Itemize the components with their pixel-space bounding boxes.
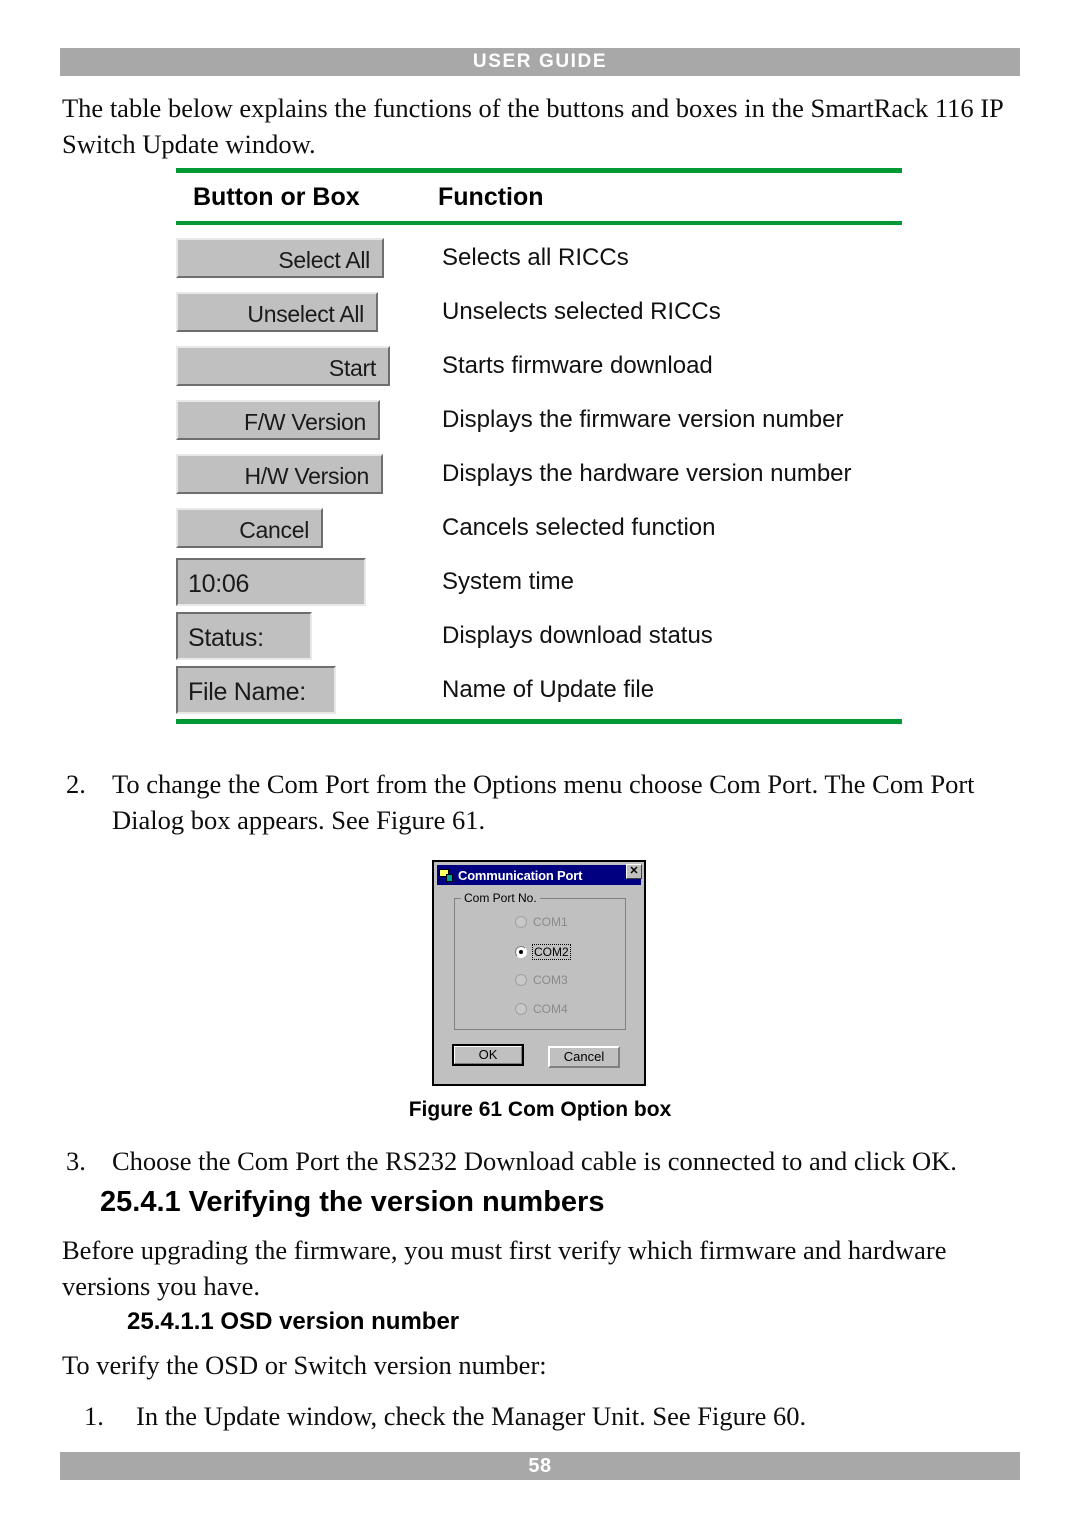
radio-option-com3[interactable]: COM3 xyxy=(515,973,568,987)
communication-port-dialog: Communication Port ✕ Com Port No. COM1 C… xyxy=(432,860,646,1086)
table-row: 10:06 System time xyxy=(176,555,902,609)
step-1: 1. In the Update window, check the Manag… xyxy=(84,1398,1024,1434)
function-description: Unselects selected RICCs xyxy=(442,298,721,325)
table-row: H/W Version Displays the hardware versio… xyxy=(176,447,902,501)
widget-cell: Start xyxy=(176,346,438,386)
step-1-number: 1. xyxy=(84,1401,104,1431)
function-description: Name of Update file xyxy=(442,676,655,703)
radio-label-com2: COM2 xyxy=(532,944,571,960)
section-heading-25-4-1: 25.4.1 Verifying the version numbers xyxy=(100,1186,605,1218)
figure-caption: Figure 61 Com Option box xyxy=(408,1098,672,1121)
table-body: Select All Selects all RICCs Unselect Al… xyxy=(176,225,902,719)
widget-cell: File Name: xyxy=(176,666,438,714)
cancel-button[interactable]: Cancel xyxy=(176,508,323,548)
table-row: Status: Displays download status xyxy=(176,609,902,663)
com-port-group-label: Com Port No. xyxy=(461,891,540,905)
widget-cell: H/W Version xyxy=(176,454,438,494)
radio-option-com2[interactable]: COM2 xyxy=(515,944,571,960)
widget-cell: Cancel xyxy=(176,508,438,548)
radio-label-com1: COM1 xyxy=(533,915,568,929)
system-time-field: 10:06 xyxy=(176,558,366,606)
widget-cell: 10:06 xyxy=(176,558,438,606)
function-description: Displays the hardware version number xyxy=(442,460,852,487)
radio-button-icon[interactable] xyxy=(515,946,527,958)
function-description: Displays the firmware version number xyxy=(442,406,844,433)
function-description: Displays download status xyxy=(442,622,713,649)
step-2-text: To change the Com Port from the Options … xyxy=(112,769,975,835)
select-all-button[interactable]: Select All xyxy=(176,238,384,278)
step-3-text: Choose the Com Port the RS232 Download c… xyxy=(112,1146,957,1176)
table-row: Unselect All Unselects selected RICCs xyxy=(176,285,902,339)
section-heading-25-4-1-1: 25.4.1.1 OSD version number xyxy=(127,1308,460,1335)
status-field: Status: xyxy=(176,612,312,660)
dialog-title-bar: Communication Port xyxy=(437,865,641,885)
function-description: Starts firmware download xyxy=(442,352,713,379)
hw-version-button[interactable]: H/W Version xyxy=(176,454,383,494)
radio-button-icon[interactable] xyxy=(515,974,527,986)
table-row: Select All Selects all RICCs xyxy=(176,231,902,285)
button-function-table: Button or Box Function Select All Select… xyxy=(176,168,902,724)
to-verify-paragraph: To verify the OSD or Switch version numb… xyxy=(62,1350,547,1380)
widget-cell: Unselect All xyxy=(176,292,438,332)
close-icon[interactable]: ✕ xyxy=(626,864,642,879)
com-port-group-box: Com Port No. COM1 COM2 COM3 COM4 xyxy=(454,891,626,1030)
step-1-text: In the Update window, check the Manager … xyxy=(136,1401,807,1431)
table-row: Cancel Cancels selected function xyxy=(176,501,902,555)
dialog-cancel-button[interactable]: Cancel xyxy=(548,1046,620,1068)
table-header-row: Button or Box Function xyxy=(176,173,902,221)
start-button[interactable]: Start xyxy=(176,346,390,386)
step-3-number: 3. xyxy=(66,1146,86,1176)
dialog-ok-button-label: OK xyxy=(454,1046,522,1064)
step-2: 2. To change the Com Port from the Optio… xyxy=(66,766,1016,838)
page-header-bar: USER GUIDE xyxy=(60,48,1020,76)
function-description: Cancels selected function xyxy=(442,514,716,541)
column-header-function: Function xyxy=(438,182,544,211)
unselect-all-button[interactable]: Unselect All xyxy=(176,292,378,332)
radio-button-icon[interactable] xyxy=(515,916,527,928)
communication-port-icon xyxy=(439,868,454,883)
radio-label-com3: COM3 xyxy=(533,973,568,987)
column-header-button-or-box: Button or Box xyxy=(193,182,360,211)
table-bottom-rule xyxy=(176,719,902,724)
dialog-title-text: Communication Port xyxy=(458,867,583,883)
radio-button-icon[interactable] xyxy=(515,1003,527,1015)
function-description: Selects all RICCs xyxy=(442,244,629,271)
radio-option-com4[interactable]: COM4 xyxy=(515,1002,568,1016)
widget-cell: Select All xyxy=(176,238,438,278)
radio-label-com4: COM4 xyxy=(533,1002,568,1016)
before-upgrading-paragraph: Before upgrading the firmware, you must … xyxy=(62,1235,947,1301)
table-row: Start Starts firmware download xyxy=(176,339,902,393)
step-3: 3. Choose the Com Port the RS232 Downloa… xyxy=(66,1143,1026,1179)
page-footer-bar: 58 xyxy=(60,1452,1020,1480)
fw-version-button[interactable]: F/W Version xyxy=(176,400,380,440)
intro-paragraph: The table below explains the functions o… xyxy=(62,93,1003,159)
step-2-number: 2. xyxy=(66,769,86,799)
table-row: File Name: Name of Update file xyxy=(176,663,902,717)
widget-cell: F/W Version xyxy=(176,400,438,440)
widget-cell: Status: xyxy=(176,612,438,660)
radio-option-com1[interactable]: COM1 xyxy=(515,915,568,929)
dialog-ok-button[interactable]: OK xyxy=(452,1044,524,1066)
table-row: F/W Version Displays the firmware versio… xyxy=(176,393,902,447)
function-description: System time xyxy=(442,568,575,595)
file-name-field: File Name: xyxy=(176,666,336,714)
